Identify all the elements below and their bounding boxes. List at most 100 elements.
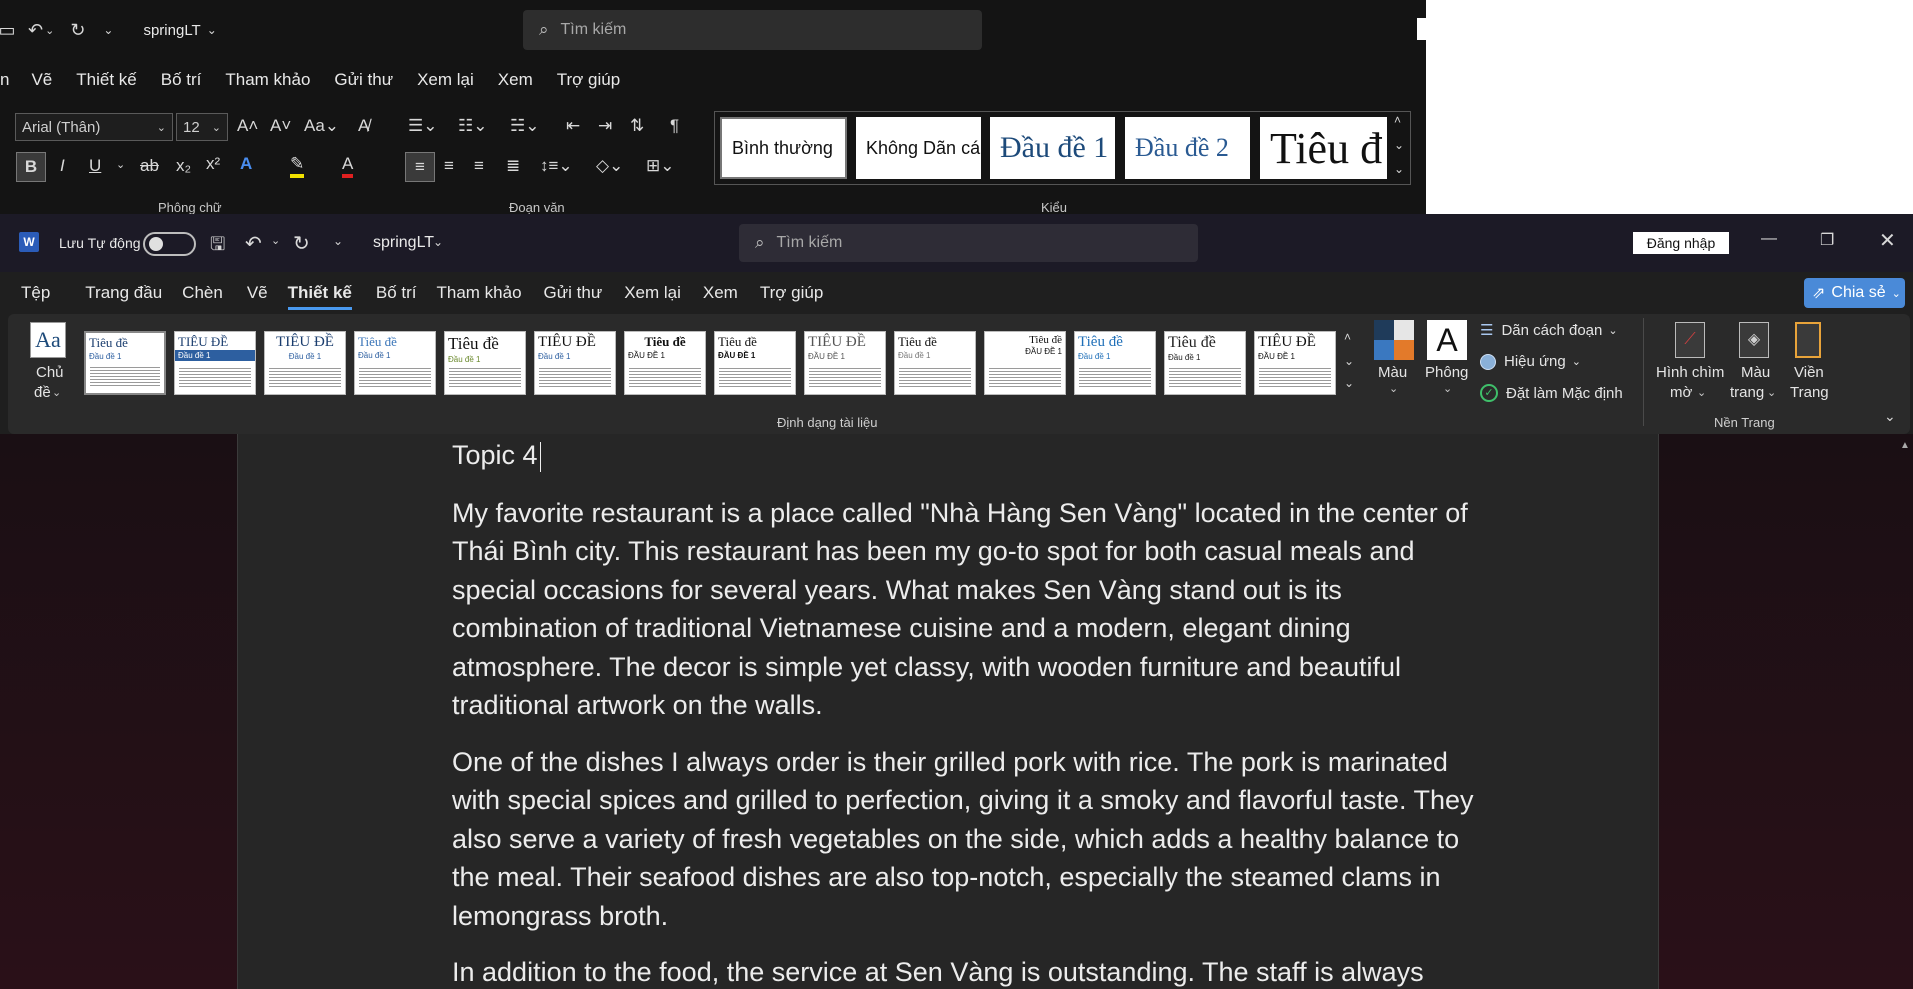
font-color-icon[interactable]: A xyxy=(342,154,354,178)
gallery-scroll-down-icon[interactable]: ⌄ xyxy=(1344,354,1354,368)
doc-title[interactable]: springLT xyxy=(373,234,434,252)
style-set-thumb[interactable]: TIÊU ĐỀ Đầu đề 1 xyxy=(264,331,346,395)
watermark-icon[interactable]: ⟋ xyxy=(1675,322,1705,358)
decrease-indent-icon[interactable]: ⇤ xyxy=(566,116,580,136)
chevron-down-icon[interactable]: ⌄ xyxy=(433,235,443,249)
align-left-button[interactable]: ≡ xyxy=(405,152,435,182)
style-title[interactable]: Tiêu đ xyxy=(1260,117,1387,179)
shading-icon[interactable]: ◇⌄ xyxy=(596,156,623,176)
chevron-down-icon[interactable]: ⌄ xyxy=(1389,382,1398,395)
italic-button[interactable]: I xyxy=(60,156,65,176)
chevron-down-icon[interactable]: ⌄ xyxy=(1697,386,1706,399)
style-set-thumb[interactable]: TIÊU ĐỀ Đầu đề 1 xyxy=(534,331,616,395)
clear-format-icon[interactable]: A̸ xyxy=(358,116,369,136)
grow-font-icon[interactable]: A˄ xyxy=(237,116,258,136)
text-effects-icon[interactable]: A xyxy=(240,154,252,174)
save-icon[interactable]: ▭ xyxy=(0,20,16,41)
numbering-icon[interactable]: ☷⌄ xyxy=(458,116,487,136)
bold-button[interactable]: B xyxy=(16,152,46,182)
sort-icon[interactable]: ⇅ xyxy=(630,116,644,136)
style-set-thumb[interactable]: TIÊU ĐỀ ĐẦU ĐỀ 1 xyxy=(804,331,886,395)
tab-layout[interactable]: Bố trí xyxy=(376,283,417,310)
back-tab-draw[interactable]: Vẽ xyxy=(31,70,52,90)
scroll-up-icon[interactable]: ▲ xyxy=(1900,440,1910,451)
redo-icon[interactable]: ↻ xyxy=(70,20,85,41)
close-icon[interactable]: ✕ xyxy=(1879,228,1896,253)
collapse-ribbon-icon[interactable]: ⌄ xyxy=(1884,408,1896,425)
tab-help[interactable]: Trợ giúp xyxy=(760,283,823,310)
gallery-more-icon[interactable]: ⌄ xyxy=(1344,376,1354,390)
chevron-down-icon[interactable]: ⌄ xyxy=(116,158,125,171)
customize-toolbar-icon[interactable]: ⌄ xyxy=(103,23,113,37)
tab-review[interactable]: Xem lại xyxy=(624,283,681,310)
themes-icon[interactable]: Aa xyxy=(30,322,66,358)
underline-button[interactable]: U xyxy=(89,156,101,176)
style-set-thumb[interactable]: Tiêu đề ĐẦU ĐỀ 1 xyxy=(984,331,1066,395)
watermark-label-1[interactable]: Hình chìm xyxy=(1656,364,1724,381)
watermark-label-2[interactable]: mờ xyxy=(1670,384,1692,401)
superscript-button[interactable]: x² xyxy=(206,154,220,174)
restore-icon[interactable]: ❐ xyxy=(1820,230,1834,250)
back-tab-view[interactable]: Xem xyxy=(498,70,533,90)
font-size-dropdown[interactable]: 12 ⌄ xyxy=(176,113,228,141)
gallery-scroll-up-icon[interactable]: ˄ xyxy=(1344,330,1351,344)
bullets-icon[interactable]: ☰⌄ xyxy=(408,116,437,136)
paragraph-3[interactable]: In addition to the food, the service at … xyxy=(452,953,1492,989)
tab-design[interactable]: Thiết kế xyxy=(287,283,352,310)
justify-icon[interactable]: ≣ xyxy=(506,156,520,176)
style-set-thumb[interactable]: Tiêu đề Đầu đề 1 xyxy=(444,331,526,395)
line-spacing-icon[interactable]: ↕≡⌄ xyxy=(540,156,573,176)
back-doc-title[interactable]: springLT xyxy=(143,22,200,39)
style-set-thumb[interactable]: Tiêu đề ĐẦU ĐỀ 1 xyxy=(624,331,706,395)
autosave-toggle[interactable] xyxy=(143,232,196,256)
themes-label-1[interactable]: Chủ xyxy=(36,364,64,381)
page-color-icon[interactable]: ◈ xyxy=(1739,322,1769,358)
style-no-spacing[interactable]: Không Dãn cá xyxy=(856,117,981,179)
paragraph-1[interactable]: My favorite restaurant is a place called… xyxy=(452,494,1492,724)
back-tab-help[interactable]: Trợ giúp xyxy=(557,70,620,90)
back-search-box[interactable]: ⌕ Tìm kiếm xyxy=(523,10,982,50)
chevron-down-icon[interactable]: ⌄ xyxy=(45,24,54,37)
style-set-thumb[interactable]: Tiêu đề Đầu đề 1 xyxy=(84,331,166,395)
tab-view[interactable]: Xem xyxy=(703,283,738,310)
styles-scroll-up-icon[interactable]: ˄ xyxy=(1394,113,1401,127)
back-tab-mailings[interactable]: Gửi thư xyxy=(334,70,393,90)
chevron-down-icon[interactable]: ⌄ xyxy=(207,23,217,37)
back-tab-0[interactable]: n xyxy=(0,70,9,90)
themes-label-2[interactable]: đề xyxy=(34,384,51,401)
effects-button[interactable]: Hiệu ứng ⌄ xyxy=(1480,353,1581,370)
back-tab-design[interactable]: Thiết kế xyxy=(76,70,136,90)
style-heading-2[interactable]: Đầu đề 2 xyxy=(1125,117,1250,179)
paragraph-spacing-button[interactable]: ☰ Dãn cách đoạn ⌄ xyxy=(1480,321,1618,340)
chevron-down-icon[interactable]: ⌄ xyxy=(52,386,61,399)
align-right-icon[interactable]: ≡ xyxy=(474,156,484,176)
style-set-thumb[interactable]: Tiêu đề Đầu đề 1 xyxy=(894,331,976,395)
chevron-down-icon[interactable]: ⌄ xyxy=(1443,382,1452,395)
strikethrough-button[interactable]: ab xyxy=(140,156,159,176)
page-borders-label-1[interactable]: Viền xyxy=(1794,364,1824,381)
customize-toolbar-icon[interactable]: ⌄ xyxy=(333,234,343,248)
chevron-down-icon[interactable]: ⌄ xyxy=(1767,386,1776,399)
tab-insert[interactable]: Chèn xyxy=(182,283,223,310)
highlight-icon[interactable]: ✎ xyxy=(290,154,305,178)
fonts-label[interactable]: Phông xyxy=(1425,364,1468,381)
page-color-label-1[interactable]: Màu xyxy=(1741,364,1770,381)
style-heading-1[interactable]: Đầu đề 1 xyxy=(990,117,1115,179)
save-icon[interactable]: 🖫 xyxy=(210,232,225,262)
document-heading[interactable]: Topic 4 xyxy=(452,436,1492,474)
back-tab-references[interactable]: Tham khảo xyxy=(225,70,310,90)
back-tab-layout[interactable]: Bố trí xyxy=(161,70,202,90)
change-case-icon[interactable]: Aa⌄ xyxy=(304,116,339,136)
undo-icon[interactable]: ↶ xyxy=(28,20,43,41)
paragraph-2[interactable]: One of the dishes I always order is thei… xyxy=(452,743,1492,935)
align-center-icon[interactable]: ≡ xyxy=(444,156,454,176)
page-color-label-2[interactable]: trang xyxy=(1730,384,1764,401)
search-box[interactable]: ⌕ Tìm kiếm xyxy=(739,224,1198,262)
show-formatting-icon[interactable]: ¶ xyxy=(670,116,679,136)
tab-home[interactable]: Trang đầu xyxy=(85,283,162,310)
font-name-dropdown[interactable]: Arial (Thân) ⌄ xyxy=(15,113,173,141)
page-borders-label-2[interactable]: Trang xyxy=(1790,384,1829,401)
style-set-thumb[interactable]: Tiêu đề ĐẦU ĐỀ 1 xyxy=(714,331,796,395)
shrink-font-icon[interactable]: A˅ xyxy=(270,116,291,136)
set-default-button[interactable]: ✓ Đặt làm Mặc định xyxy=(1480,384,1623,402)
